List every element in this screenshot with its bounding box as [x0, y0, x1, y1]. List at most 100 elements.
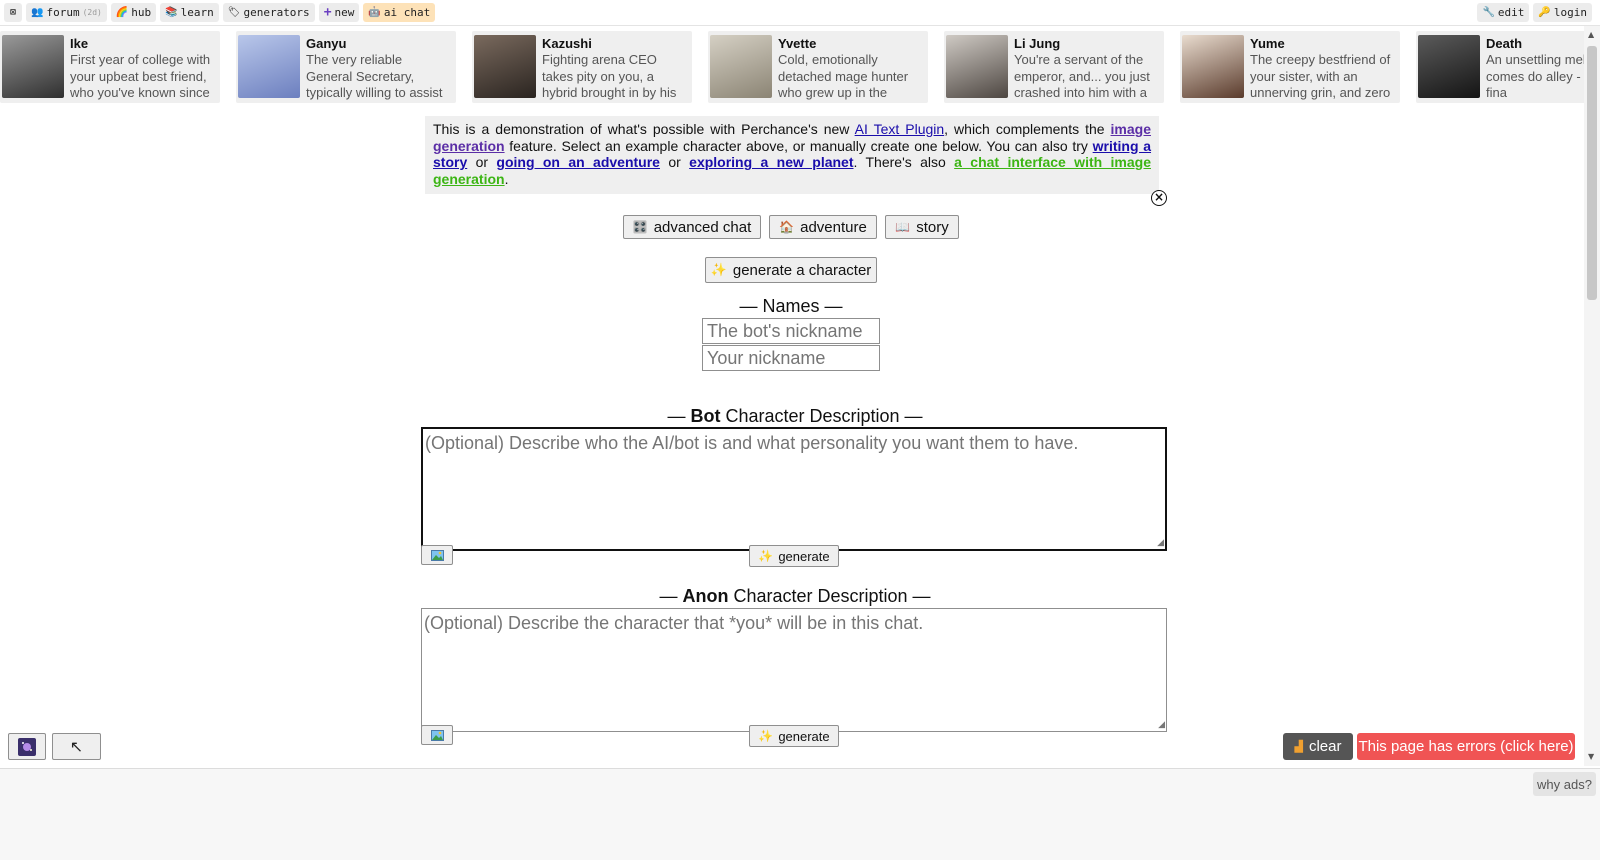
info-text-7: . [504, 170, 509, 187]
character-name: Yume [1250, 36, 1285, 51]
topbar-new-button[interactable]: + new [318, 3, 360, 22]
sparkles-icon: ✨ [758, 549, 774, 563]
bot-nickname-input[interactable] [702, 318, 880, 344]
character-name: Li Jung [1014, 36, 1061, 51]
image-icon [430, 729, 444, 741]
anon-image-button[interactable] [421, 725, 453, 745]
topbar-ai-chat-button[interactable]: 🤖 ai chat [363, 3, 436, 22]
bot-generate-button[interactable]: ✨ generate [749, 545, 839, 567]
ai-icon: 🤖 [368, 7, 381, 18]
character-card[interactable]: Ike First year of college with your upbea… [0, 31, 220, 103]
info-text-2: , which complements the [944, 121, 1111, 137]
topbar-label: login [1553, 6, 1587, 19]
topbar-login-button[interactable]: 🔑 login [1533, 3, 1592, 22]
character-avatar [2, 35, 64, 98]
anon-generate-button[interactable]: ✨ generate [749, 725, 839, 747]
character-card[interactable]: Yvette Cold, emotionally detached mage hu… [708, 31, 928, 103]
anon-heading-bold: Anon [682, 586, 729, 606]
clear-label: clear [1308, 738, 1342, 755]
character-card[interactable]: Li Jung You're a servant of the emperor, … [944, 31, 1164, 103]
close-info-icon[interactable]: × [1151, 190, 1167, 206]
book-icon: 📖 [895, 220, 911, 234]
anon-description-heading: — Anon Character Description — [560, 586, 1030, 607]
scroll-down-arrow-icon[interactable]: ▼ [1588, 752, 1594, 761]
character-strip: Ike First year of college with your upbea… [0, 31, 1586, 103]
character-description: Cold, emotionally detached mage hunter w… [778, 52, 909, 100]
character-card[interactable]: Yume The creepy bestfriend of your sister… [1180, 31, 1400, 103]
key-icon: 🔑 [1538, 7, 1551, 18]
character-avatar [946, 35, 1008, 98]
errors-button[interactable]: This page has errors (click here) [1357, 733, 1575, 760]
galaxy-icon [18, 737, 36, 756]
character-description: First year of college with your upbeat b… [70, 52, 211, 100]
adventure-label: adventure [800, 218, 867, 236]
bot-generate-label: generate [778, 548, 830, 564]
info-text-4: or [467, 154, 497, 170]
scrollbar-thumb[interactable] [1587, 46, 1597, 300]
character-name: Death [1486, 36, 1523, 51]
character-description: You're a servant of the emperor, and... … [1014, 52, 1150, 100]
info-text-1: This is a demonstration of what's possib… [433, 121, 855, 137]
bot-heading-prefix: — [667, 406, 691, 426]
topbar-close-button[interactable]: ⊠ [4, 3, 22, 22]
character-card[interactable]: DeathAn unsettling mel whistle comes do … [1416, 31, 1586, 103]
arrow-up-left-icon: ↖ [69, 737, 84, 756]
app-icon-button[interactable] [8, 733, 46, 760]
topbar-label: new [334, 6, 355, 19]
advanced-chat-label: advanced chat [653, 218, 752, 236]
character-card[interactable]: Kazushi Fighting arena CEO takes pity on … [472, 31, 692, 103]
resize-grip-icon[interactable]: ◢ [1158, 719, 1165, 730]
why-ads-button[interactable]: why ads? [1533, 772, 1596, 796]
story-button[interactable]: 📖 story [885, 215, 959, 239]
anon-heading-rest: Character Description — [728, 586, 931, 606]
plus-icon: + [323, 5, 332, 20]
going-on-adventure-link[interactable]: going on an adventure [496, 154, 660, 170]
rainbow-icon: 🌈 [115, 7, 129, 18]
character-avatar [238, 35, 300, 98]
clear-button[interactable]: ▟ clear [1283, 733, 1353, 760]
topbar-label: generators [243, 6, 310, 19]
close-square-icon: ⊠ [9, 7, 17, 18]
generate-character-button[interactable]: ✨ generate a character [705, 257, 877, 283]
anon-generate-label: generate [778, 728, 830, 744]
bot-description-textarea[interactable]: (Optional) Describe who the AI/bot is an… [421, 427, 1167, 551]
character-name: Yvette [778, 36, 817, 51]
page-scrollbar[interactable]: ▲ ▼ [1584, 26, 1600, 766]
topbar-hub-button[interactable]: 🌈 hub [110, 3, 157, 22]
character-avatar [1182, 35, 1244, 98]
info-box: This is a demonstration of what's possib… [425, 116, 1159, 194]
books-icon: 📚 [165, 7, 178, 18]
resize-grip-icon[interactable]: ◢ [1157, 537, 1164, 548]
bot-image-button[interactable] [421, 545, 453, 565]
anon-description-textarea[interactable]: (Optional) Describe the character that *… [421, 608, 1167, 732]
topbar-badge: (2d) [82, 8, 102, 17]
broom-icon: ▟ [1294, 741, 1303, 753]
topbar-label: edit [1497, 6, 1525, 19]
names-heading: — Names — [739, 296, 843, 316]
topbar-edit-button[interactable]: 🔧 edit [1477, 3, 1530, 22]
topbar-generators-button[interactable]: 🏷 generators [222, 3, 315, 22]
bot-description-placeholder: (Optional) Describe who the AI/bot is an… [425, 433, 1079, 453]
topbar-label: learn [180, 6, 214, 19]
character-card[interactable]: Ganyu The very reliable General Secretary… [236, 31, 456, 103]
exploring-planet-link[interactable]: exploring a new planet [689, 154, 853, 170]
user-nickname-input[interactable] [702, 345, 880, 371]
character-description: An unsettling mel whistle comes do alley… [1486, 52, 1586, 100]
scroll-up-arrow-icon[interactable]: ▲ [1588, 30, 1594, 39]
expand-button[interactable]: ↖ [52, 733, 101, 760]
character-name: Ganyu [306, 36, 347, 51]
character-description: The creepy bestfriend of your sister, wi… [1250, 52, 1391, 100]
story-label: story [916, 218, 949, 236]
sparkles-icon: ✨ [710, 262, 727, 277]
adventure-button[interactable]: 🏠 adventure [769, 215, 877, 239]
top-bar-left: ⊠ 👥 forum (2d) 🌈 hub 📚 learn 🏷 generators + new 🤖 ai … [4, 3, 436, 22]
ad-area [0, 768, 1600, 860]
topbar-forum-button[interactable]: 👥 forum (2d) [26, 3, 107, 22]
topbar-label: forum [46, 6, 80, 19]
ai-text-plugin-link[interactable]: AI Text Plugin [855, 121, 945, 137]
character-avatar [1418, 35, 1480, 98]
advanced-chat-button[interactable]: 🎛️ advanced chat [623, 215, 761, 239]
info-text-6: . There's also [853, 154, 955, 170]
house-icon: 🏠 [779, 220, 795, 234]
topbar-learn-button[interactable]: 📚 learn [160, 3, 219, 22]
